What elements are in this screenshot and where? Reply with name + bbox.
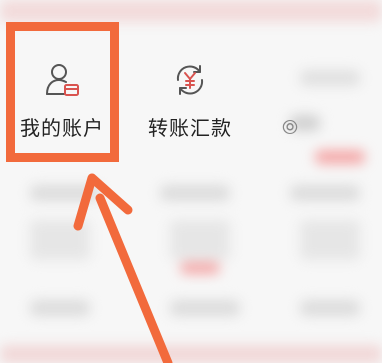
blurred-badge — [180, 262, 220, 274]
transfer-button[interactable]: 转账汇款 — [140, 60, 240, 141]
blurred-item — [300, 220, 360, 260]
partial-item-icon: ⦾ — [282, 115, 298, 139]
highlight-box — [6, 22, 119, 162]
blurred-top-banner — [0, 0, 382, 22]
blurred-item — [290, 185, 360, 201]
blurred-item — [300, 70, 360, 86]
blurred-item — [30, 300, 90, 316]
blurred-item — [170, 300, 240, 316]
blurred-badge — [315, 150, 365, 164]
blurred-item — [170, 220, 230, 260]
blurred-item — [300, 300, 360, 316]
blurred-bottom-bar — [0, 345, 382, 363]
blurred-item — [160, 185, 230, 201]
blurred-item — [30, 220, 90, 260]
blurred-item — [30, 185, 100, 201]
yuan-transfer-icon — [176, 65, 204, 95]
transfer-label: 转账汇款 — [148, 116, 232, 140]
screenshot-stage: 我的账户 转账汇款 ⦾ — [0, 0, 382, 363]
